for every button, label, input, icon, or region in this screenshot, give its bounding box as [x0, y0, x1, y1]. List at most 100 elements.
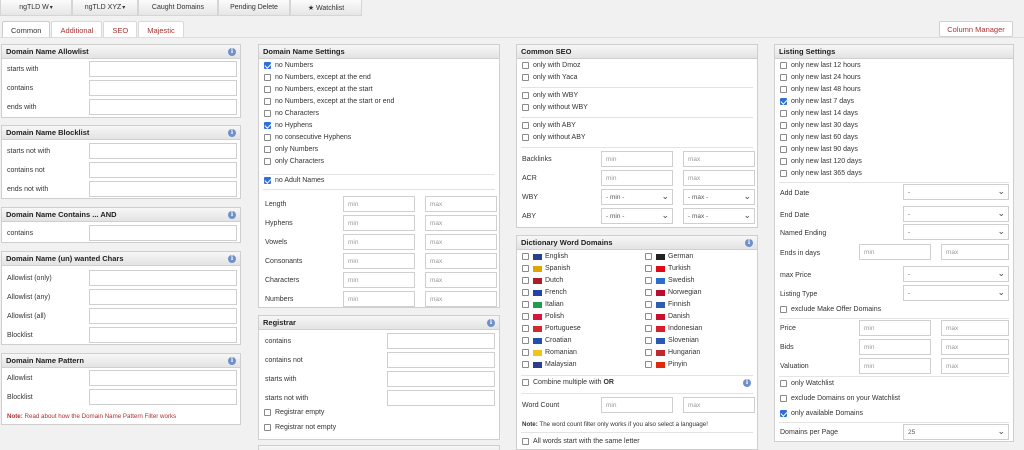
info-icon[interactable]: i — [228, 129, 236, 137]
only-new-last-30-days-checkbox[interactable]: only new last 30 days — [780, 122, 858, 129]
allowlist-any-input[interactable] — [89, 289, 237, 305]
starts-with-input[interactable] — [89, 61, 237, 77]
registrar-starts-not-with-input[interactable] — [387, 390, 495, 406]
language-german-checkbox[interactable]: German — [645, 253, 693, 260]
contains-and-input[interactable] — [89, 225, 237, 241]
domains-per-page-select[interactable]: 25 — [903, 424, 1009, 440]
numbers-min-input[interactable]: min — [343, 291, 415, 307]
ends-with-input[interactable] — [89, 99, 237, 115]
language-malaysian-checkbox[interactable]: Malaysian — [522, 361, 577, 368]
allowlist-all-input[interactable] — [89, 308, 237, 324]
combine-or-checkbox[interactable]: Combine multiple with OR — [522, 379, 614, 386]
only-without-wby-checkbox[interactable]: only without WBY — [522, 104, 588, 111]
only-new-last-48-hours-checkbox[interactable]: only new last 48 hours — [780, 86, 861, 93]
language-norwegian-checkbox[interactable]: Norwegian — [645, 289, 701, 296]
pending-delete-button[interactable]: Pending Delete — [218, 0, 290, 16]
no-characters-checkbox[interactable]: no Characters — [264, 110, 319, 117]
only-available-checkbox[interactable]: only available Domains — [780, 410, 863, 417]
vowels-min-input[interactable]: min — [343, 234, 415, 250]
pattern-allowlist-input[interactable] — [89, 370, 237, 386]
only-new-last-90-days-checkbox[interactable]: only new last 90 days — [780, 146, 858, 153]
only-new-last-365-days-checkbox[interactable]: only new last 365 days — [780, 170, 862, 177]
language-english-checkbox[interactable]: English — [522, 253, 568, 260]
tab-seo[interactable]: SEO — [103, 21, 138, 38]
word-count-min-input[interactable]: min — [601, 397, 673, 413]
no-numbers-except-at-the-start-checkbox[interactable]: no Numbers, except at the start — [264, 86, 373, 93]
only-new-last-14-days-checkbox[interactable]: only new last 14 days — [780, 110, 858, 117]
contains-not-input[interactable] — [89, 162, 237, 178]
only-characters-checkbox[interactable]: only Characters — [264, 158, 324, 165]
only-with-aby-checkbox[interactable]: only with ABY — [522, 122, 576, 129]
only-watchlist-checkbox[interactable]: only Watchlist — [780, 380, 834, 387]
no-hyphens-checkbox[interactable]: no Hyphens — [264, 122, 312, 129]
max-price-select[interactable]: - — [903, 266, 1009, 282]
exclude-make-offer-checkbox[interactable]: exclude Make Offer Domains — [780, 306, 881, 313]
backlinks-min-input[interactable]: min — [601, 151, 673, 167]
language-pinyin-checkbox[interactable]: Pinyin — [645, 361, 687, 368]
pattern-blocklist-input[interactable] — [89, 389, 237, 405]
language-spanish-checkbox[interactable]: Spanish — [522, 265, 570, 272]
only-new-last-120-days-checkbox[interactable]: only new last 120 days — [780, 158, 862, 165]
language-portuguese-checkbox[interactable]: Portuguese — [522, 325, 581, 332]
ends-not-with-input[interactable] — [89, 181, 237, 197]
info-icon[interactable]: i — [743, 379, 751, 387]
add-date-select[interactable]: - — [903, 184, 1009, 200]
only-new-last-12-hours-checkbox[interactable]: only new last 12 hours — [780, 62, 861, 69]
consonants-max-input[interactable]: max — [425, 253, 497, 269]
only-with-dmoz-checkbox[interactable]: only with Dmoz — [522, 62, 580, 69]
aby-max-select[interactable]: - max - — [683, 208, 755, 224]
hyphens-min-input[interactable]: min — [343, 215, 415, 231]
length-max-input[interactable]: max — [425, 196, 497, 212]
watchlist-button[interactable]: ★ Watchlist — [290, 0, 362, 16]
language-croatian-checkbox[interactable]: Croatian — [522, 337, 571, 344]
info-icon[interactable]: i — [228, 48, 236, 56]
numbers-max-input[interactable]: max — [425, 291, 497, 307]
ends-in-days-max-input[interactable]: max — [941, 244, 1009, 260]
wby-min-select[interactable]: - min - — [601, 189, 673, 205]
characters-min-input[interactable]: min — [343, 272, 415, 288]
only-with-yaca-checkbox[interactable]: only with Yaca — [522, 74, 578, 81]
no-numbers-except-at-the-end-checkbox[interactable]: no Numbers, except at the end — [264, 74, 371, 81]
language-romanian-checkbox[interactable]: Romanian — [522, 349, 577, 356]
named-ending-select[interactable]: - — [903, 224, 1009, 240]
language-italian-checkbox[interactable]: Italian — [522, 301, 564, 308]
exclude-watchlist-checkbox[interactable]: exclude Domains on your Watchlist — [780, 395, 900, 402]
valuation-max-input[interactable]: max — [941, 358, 1009, 374]
allowlist-only-input[interactable] — [89, 270, 237, 286]
registrar-contains-input[interactable] — [387, 333, 495, 349]
only-numbers-checkbox[interactable]: only Numbers — [264, 146, 318, 153]
bids-max-input[interactable]: max — [941, 339, 1009, 355]
acr-max-input[interactable]: max — [683, 170, 755, 186]
same-letter-checkbox[interactable]: All words start with the same letter — [522, 438, 640, 445]
caught-domains-button[interactable]: Caught Domains — [138, 0, 218, 16]
info-icon[interactable]: i — [228, 357, 236, 365]
contains-input[interactable] — [89, 80, 237, 96]
blocklist-chars-input[interactable] — [89, 327, 237, 343]
no-numbers-except-at-the-start-or-end-checkbox[interactable]: no Numbers, except at the start or end — [264, 98, 394, 105]
hyphens-max-input[interactable]: max — [425, 215, 497, 231]
starts-not-with-input[interactable] — [89, 143, 237, 159]
listing-type-select[interactable]: - — [903, 285, 1009, 301]
no-adult-names-checkbox[interactable]: no Adult Names — [264, 177, 324, 184]
length-min-input[interactable]: min — [343, 196, 415, 212]
language-turkish-checkbox[interactable]: Turkish — [645, 265, 691, 272]
ngtld-xyz-dropdown[interactable]: ngTLD XYZ ▾ — [72, 0, 138, 16]
language-french-checkbox[interactable]: French — [522, 289, 567, 296]
pattern-help-link[interactable]: Read about how the Domain Name Pattern F… — [25, 413, 177, 420]
ends-in-days-min-input[interactable]: min — [859, 244, 931, 260]
info-icon[interactable]: i — [228, 211, 236, 219]
info-icon[interactable]: i — [745, 239, 753, 247]
language-polish-checkbox[interactable]: Polish — [522, 313, 564, 320]
vowels-max-input[interactable]: max — [425, 234, 497, 250]
column-manager-button[interactable]: Column Manager — [939, 21, 1013, 37]
language-swedish-checkbox[interactable]: Swedish — [645, 277, 694, 284]
aby-min-select[interactable]: - min - — [601, 208, 673, 224]
tab-additional[interactable]: Additional — [51, 21, 103, 38]
language-indonesian-checkbox[interactable]: Indonesian — [645, 325, 702, 332]
word-count-max-input[interactable]: max — [683, 397, 755, 413]
language-slovenian-checkbox[interactable]: Slovenian — [645, 337, 699, 344]
consonants-min-input[interactable]: min — [343, 253, 415, 269]
backlinks-max-input[interactable]: max — [683, 151, 755, 167]
wby-max-select[interactable]: - max - — [683, 189, 755, 205]
registrar-not-empty-checkbox[interactable]: Registrar not empty — [264, 424, 336, 431]
